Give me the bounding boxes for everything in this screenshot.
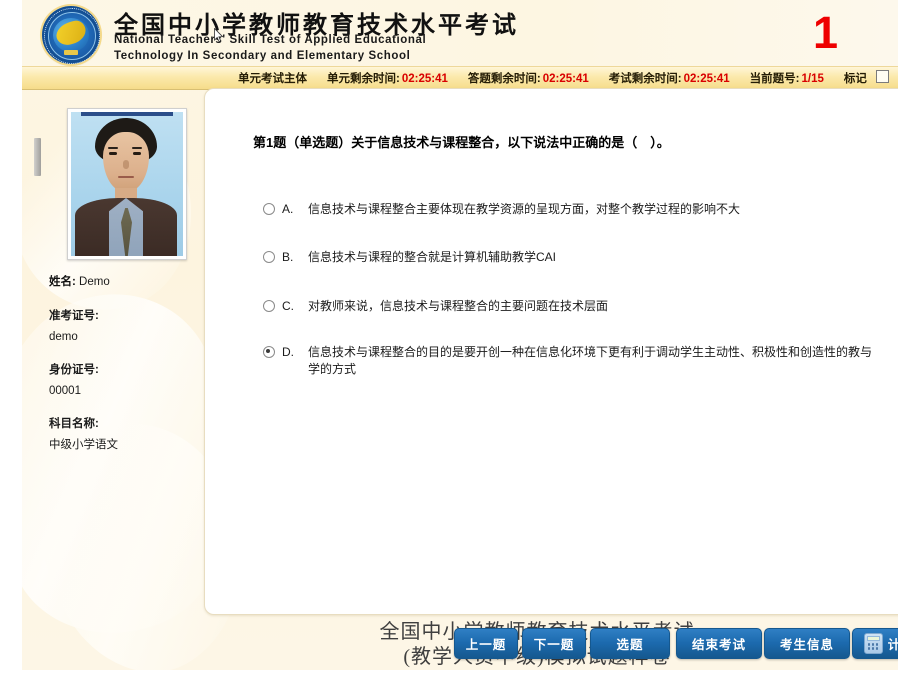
- emblem-globe-logo-icon: [42, 6, 100, 64]
- option-a-letter: A.: [282, 202, 294, 216]
- avatar: [67, 108, 187, 260]
- option-d[interactable]: D. 信息技术与课程整合的目的是要开创一种在信息化环境下更有利于调动学生主动性、…: [263, 344, 873, 379]
- option-c[interactable]: C. 对教师来说，信息技术与课程整合的主要问题在技术层面: [263, 298, 873, 315]
- option-a-text: 信息技术与课程整合主要体现在教学资源的呈现方面，对整个教学过程的影响不大: [308, 202, 741, 216]
- status-subject: 单元考试主体: [238, 73, 307, 85]
- field-name-value: Demo: [79, 276, 110, 288]
- question-title: 第1题（单选题）关于信息技术与课程整合，以下说法中正确的是（ ）。: [253, 135, 670, 150]
- page-title-en-line2: Technology In Secondary and Elementary S…: [114, 50, 411, 62]
- option-d-letter: D.: [282, 345, 294, 359]
- option-c-radio[interactable]: [263, 300, 275, 312]
- page-title-en-line1: National Teachers' Skill Test of Applied…: [114, 34, 427, 46]
- field-name: 姓名: Demo: [49, 274, 110, 291]
- option-c-text: 对教师来说，信息技术与课程整合的主要问题在技术层面: [308, 299, 609, 313]
- page-edge-scroll-nub[interactable]: [34, 138, 41, 176]
- option-b[interactable]: B. 信息技术与课程的整合就是计算机辅助教学CAI: [263, 249, 873, 266]
- mark-label: 标记: [843, 73, 867, 85]
- pick-question-button[interactable]: 选题: [590, 628, 670, 659]
- option-a[interactable]: A. 信息技术与课程整合主要体现在教学资源的呈现方面，对整个教学过程的影响不大: [263, 201, 873, 218]
- option-b-text: 信息技术与课程的整合就是计算机辅助教学CAI: [308, 250, 557, 264]
- slide-number: 1: [812, 7, 838, 58]
- option-d-radio[interactable]: [263, 346, 275, 358]
- page-header: 全国中小学教师教育技术水平考试 National Teachers' Skill…: [22, 0, 898, 66]
- option-a-radio[interactable]: [263, 203, 275, 215]
- option-c-letter: C.: [282, 299, 294, 313]
- candidate-info-button[interactable]: 考生信息: [764, 628, 850, 659]
- option-b-radio[interactable]: [263, 251, 275, 263]
- prev-question-button[interactable]: 上一题: [454, 628, 518, 659]
- mark-checkbox[interactable]: [876, 70, 890, 83]
- calculator-icon: [863, 633, 883, 654]
- status-unit-time: 单元剩余时间: 02:25:41: [327, 73, 448, 85]
- field-name-label: 姓名:: [49, 276, 76, 288]
- next-question-button[interactable]: 下一题: [522, 628, 586, 659]
- field-exam-number-label: 准考证号:: [49, 310, 99, 322]
- field-subject-label: 科目名称:: [49, 418, 99, 430]
- end-exam-button[interactable]: 结束考试: [676, 628, 762, 659]
- status-answer-time: 答题剩余时间: 02:25:41: [467, 73, 589, 85]
- calculator-button-label: 计算器: [887, 638, 898, 652]
- field-id-number-value: 00001: [49, 385, 81, 397]
- status-current-question: 当前题号: 1/15: [749, 73, 824, 85]
- field-subject-value: 中级小学语文: [49, 439, 118, 451]
- option-d-text: 信息技术与课程整合的目的是要开创一种在信息化环境下更有利于调动学生主动性、积极性…: [308, 345, 873, 377]
- exam-slide: 全国中小学教师教育技术水平考试 National Teachers' Skill…: [22, 0, 898, 670]
- field-exam-number-value: demo: [49, 331, 78, 343]
- mark-question-control[interactable]: 标记: [843, 70, 890, 86]
- exam-status-bar: 单元考试主体 单元剩余时间: 02:25:41 答题剩余时间: 02:25:41 考…: [22, 66, 898, 90]
- question-panel: 第1题（单选题）关于信息技术与课程整合，以下说法中正确的是（ ）。 A. 信息技…: [204, 88, 898, 615]
- screenshot-root: 全国中小学教师教育技术水平考试 National Teachers' Skill…: [0, 0, 920, 690]
- option-b-letter: B.: [282, 250, 294, 264]
- field-id-number-label: 身份证号:: [49, 364, 99, 376]
- calculator-button[interactable]: 计算器: [852, 628, 898, 659]
- status-exam-time: 考试剩余时间: 02:25:41: [608, 73, 730, 85]
